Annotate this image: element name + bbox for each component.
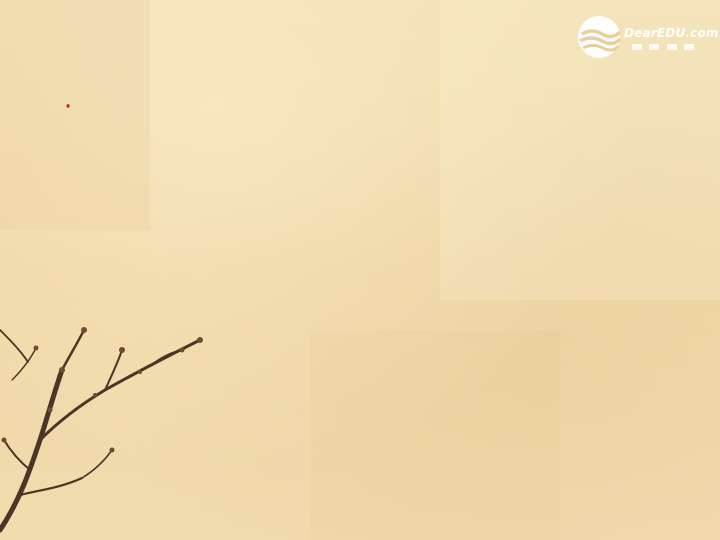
slide-title: · xyxy=(60,90,76,124)
background-patch xyxy=(310,330,560,540)
logo-text: DearEDU.com xyxy=(624,26,719,40)
plum-branch-icon xyxy=(0,327,203,533)
dearedu-logo: DearEDU.com xyxy=(576,14,718,60)
slide: DearEDU.com · xyxy=(0,0,720,540)
logo-subtext xyxy=(632,44,694,52)
title-separator: · xyxy=(64,92,73,122)
dearedu-logo-icon xyxy=(578,16,622,58)
